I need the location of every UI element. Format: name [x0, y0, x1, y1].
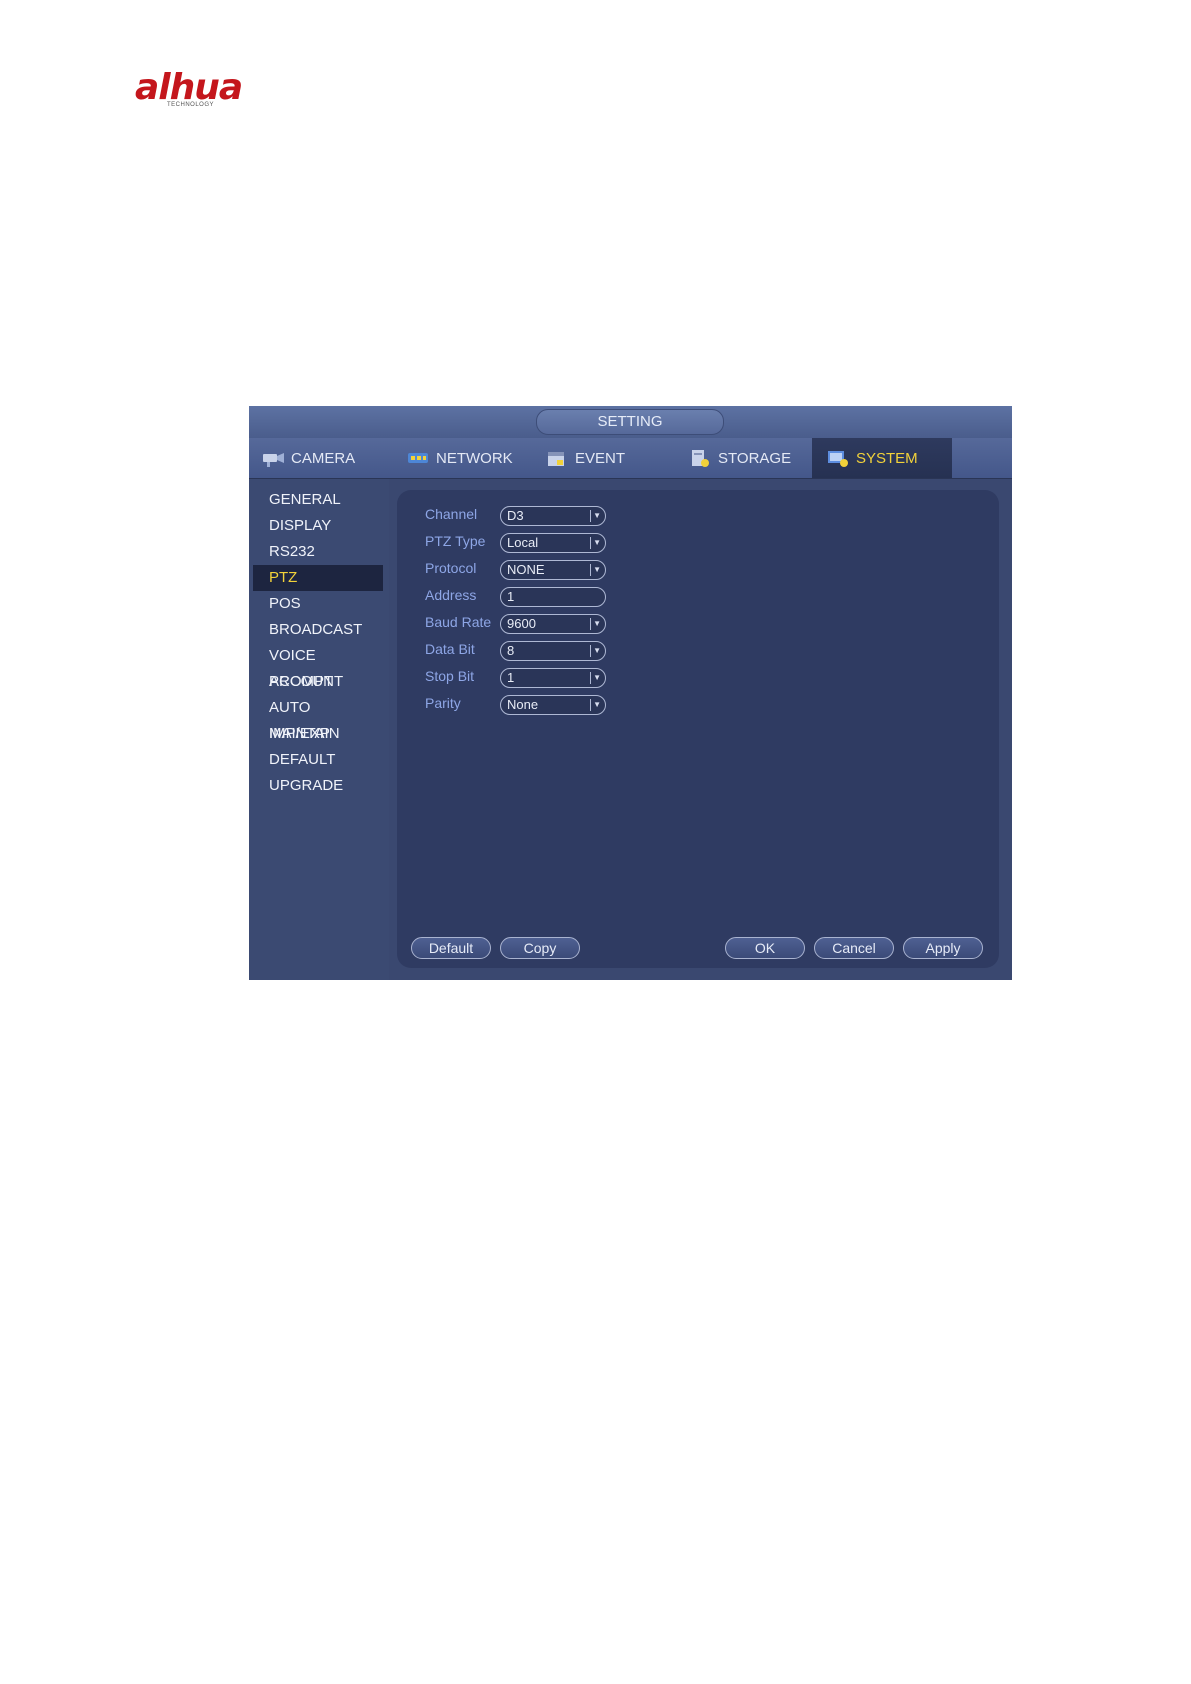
window-title: SETTING	[536, 409, 724, 435]
cancel-button[interactable]: Cancel	[814, 937, 894, 959]
dahua-logo: alhua TECHNOLOGY	[135, 68, 265, 112]
ok-button[interactable]: OK	[725, 937, 805, 959]
title-bar: SETTING	[249, 406, 1012, 439]
sidebar-item-upgrade[interactable]: UPGRADE	[253, 773, 383, 799]
chevron-down-icon: ▼	[590, 699, 601, 711]
data-bit-value: 8	[507, 643, 515, 658]
tab-network[interactable]: NETWORK	[406, 438, 526, 478]
ptz-type-select[interactable]: Local ▼	[500, 533, 606, 553]
address-input[interactable]: 1	[500, 587, 606, 607]
stop-bit-select[interactable]: 1 ▼	[500, 668, 606, 688]
tab-event-label: EVENT	[575, 449, 626, 467]
address-label: Address	[425, 587, 477, 603]
sidebar-item-general[interactable]: GENERAL	[253, 487, 383, 513]
sidebar-item-broadcast[interactable]: BROADCAST	[253, 617, 383, 643]
address-value: 1	[507, 589, 515, 604]
logo-subtitle: TECHNOLOGY	[167, 102, 215, 108]
sidebar-item-voice-prompt[interactable]: VOICE PROMPT	[253, 643, 383, 690]
tab-storage-label: STORAGE	[718, 449, 792, 467]
stop-bit-value: 1	[507, 670, 515, 685]
camera-icon	[263, 453, 284, 467]
chevron-down-icon: ▼	[590, 537, 601, 549]
parity-select[interactable]: None ▼	[500, 695, 606, 715]
sidebar-item-display[interactable]: DISPLAY	[253, 513, 383, 539]
parity-label: Parity	[425, 695, 461, 711]
copy-button[interactable]: Copy	[500, 937, 580, 959]
sidebar-item-pos[interactable]: POS	[253, 591, 383, 617]
sidebar-item-ptz[interactable]: PTZ	[253, 565, 383, 591]
ptz-type-value: Local	[507, 535, 539, 550]
default-button[interactable]: Default	[411, 937, 491, 959]
stop-bit-label: Stop Bit	[425, 668, 475, 684]
chevron-down-icon: ▼	[590, 564, 601, 576]
tab-camera[interactable]: CAMERA	[261, 438, 381, 478]
network-icon	[408, 453, 428, 463]
tab-event[interactable]: EVENT	[545, 438, 665, 478]
setting-window: SETTING CAMERA NETWORK EVENT STORAGE SYS…	[249, 406, 1012, 980]
main-tab-bar: CAMERA NETWORK EVENT STORAGE SYSTEM	[249, 438, 1012, 479]
chevron-down-icon: ▼	[590, 618, 601, 630]
ptz-type-label: PTZ Type	[425, 533, 486, 549]
tab-system-label: SYSTEM	[856, 449, 918, 467]
tab-system[interactable]: SYSTEM	[812, 438, 952, 478]
sidebar-item-account[interactable]: ACCOUNT	[253, 669, 383, 695]
baud-rate-select[interactable]: 9600 ▼	[500, 614, 606, 634]
chevron-down-icon: ▼	[590, 672, 601, 684]
baud-rate-value: 9600	[507, 616, 536, 631]
tab-network-label: NETWORK	[436, 449, 513, 467]
storage-icon	[692, 450, 709, 467]
chevron-down-icon: ▼	[590, 510, 601, 522]
channel-value: D3	[507, 508, 524, 523]
protocol-select[interactable]: NONE ▼	[500, 560, 606, 580]
tab-storage[interactable]: STORAGE	[688, 438, 808, 478]
sidebar-item-default[interactable]: DEFAULT	[253, 747, 383, 773]
data-bit-select[interactable]: 8 ▼	[500, 641, 606, 661]
system-icon	[828, 451, 848, 467]
sidebar-item-imp-exp[interactable]: IMP/EXP	[253, 721, 383, 747]
tab-camera-label: CAMERA	[291, 449, 356, 467]
channel-label: Channel	[425, 506, 478, 522]
protocol-label: Protocol	[425, 560, 477, 576]
sidebar-item-rs232[interactable]: RS232	[253, 539, 383, 565]
baud-rate-label: Baud Rate	[425, 614, 492, 630]
system-sidebar: GENERAL DISPLAY RS232 PTZ POS BROADCAST …	[249, 479, 389, 980]
chevron-down-icon: ▼	[590, 645, 601, 657]
parity-value: None	[507, 697, 539, 712]
ptz-settings-panel: Channel D3 ▼ PTZ Type Local ▼ Protocol N…	[397, 490, 999, 968]
sidebar-item-auto-maintain[interactable]: AUTO MAINTAIN	[253, 695, 383, 742]
data-bit-label: Data Bit	[425, 641, 475, 657]
channel-select[interactable]: D3 ▼	[500, 506, 606, 526]
event-icon	[548, 452, 564, 466]
apply-button[interactable]: Apply	[903, 937, 983, 959]
protocol-value: NONE	[507, 562, 545, 577]
